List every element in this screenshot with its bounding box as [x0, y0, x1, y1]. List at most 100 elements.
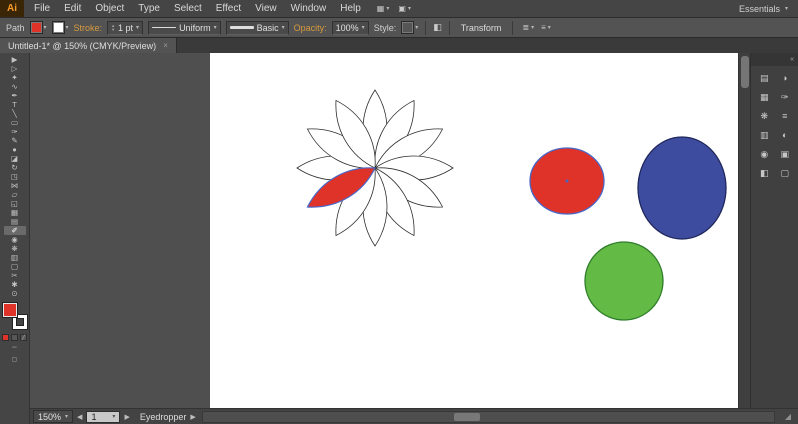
- type-tool[interactable]: T: [4, 100, 26, 109]
- stroke-weight-stepper[interactable]: ▲▼: [111, 24, 115, 32]
- menu-effect[interactable]: Effect: [209, 0, 248, 17]
- document-layout-button[interactable]: ▣ ▾: [398, 4, 411, 13]
- zoom-level-control[interactable]: 150% ▾: [33, 410, 73, 423]
- next-artboard-button[interactable]: ▶: [124, 413, 129, 421]
- fill-color-swatch[interactable]: [30, 21, 43, 34]
- brush-stroke-icon: [230, 26, 254, 29]
- gradient-tool[interactable]: ▤: [4, 217, 26, 226]
- menu-window[interactable]: Window: [284, 0, 334, 17]
- blob-brush-tool[interactable]: ●: [4, 145, 26, 154]
- fill-swatch[interactable]: [3, 303, 17, 317]
- gradient-mode-icon[interactable]: [11, 334, 18, 341]
- width-tool[interactable]: ⋈: [4, 181, 26, 190]
- stroke-color-control[interactable]: ▾: [52, 21, 69, 34]
- rectangle-tool[interactable]: ▭: [4, 118, 26, 127]
- menu-select[interactable]: Select: [167, 0, 209, 17]
- eyedropper-tool[interactable]: ✐: [4, 226, 26, 235]
- symbol-sprayer-tool[interactable]: ❋: [4, 244, 26, 253]
- fill-color-control[interactable]: ▾: [30, 21, 47, 34]
- opacity-control[interactable]: 100% ▾: [332, 21, 369, 35]
- artboard-tool[interactable]: ▢: [4, 262, 26, 271]
- illustrator-app-icon[interactable]: Ai: [0, 0, 24, 17]
- spin-down-icon[interactable]: ▼: [111, 28, 115, 32]
- column-graph-tool[interactable]: ▥: [4, 253, 26, 262]
- layers-panel-icon[interactable]: ◧: [754, 166, 774, 180]
- horizontal-scrollbar-thumb[interactable]: [454, 413, 480, 421]
- menu-edit[interactable]: Edit: [57, 0, 88, 17]
- previous-artboard-button[interactable]: ◀: [77, 413, 82, 421]
- transform-button[interactable]: Transform: [457, 23, 506, 33]
- artboards-panel-icon[interactable]: ▢: [775, 166, 795, 180]
- horizontal-scrollbar[interactable]: [202, 411, 775, 423]
- opacity-link[interactable]: Opacity:: [294, 23, 327, 33]
- pencil-tool[interactable]: ✎: [4, 136, 26, 145]
- free-transform-tool[interactable]: ▱: [4, 190, 26, 199]
- blend-tool[interactable]: ◉: [4, 235, 26, 244]
- slice-tool[interactable]: ✂: [4, 271, 26, 280]
- vertical-scrollbar[interactable]: [738, 53, 750, 408]
- fill-stroke-widget[interactable]: [3, 303, 27, 329]
- menu-help[interactable]: Help: [333, 0, 368, 17]
- stroke-weight-value: 1 pt: [118, 23, 133, 33]
- vertical-scrollbar-thumb[interactable]: [741, 56, 749, 88]
- stroke-panel-icon[interactable]: ≡: [775, 109, 795, 123]
- gradient-panel-icon[interactable]: ▥: [754, 128, 774, 142]
- paintbrush-tool[interactable]: ✑: [4, 127, 26, 136]
- pen-tool[interactable]: ✒: [4, 91, 26, 100]
- artwork-svg[interactable]: [30, 53, 738, 408]
- chevron-down-icon: ▾: [531, 24, 534, 31]
- status-flyout-icon[interactable]: ▶: [190, 413, 195, 421]
- close-icon[interactable]: ×: [163, 41, 168, 50]
- document-tab[interactable]: Untitled-1* @ 150% (CMYK/Preview) ×: [0, 38, 177, 53]
- lasso-tool[interactable]: ∿: [4, 82, 26, 91]
- green-circle[interactable]: [585, 242, 663, 320]
- menu-type[interactable]: Type: [131, 0, 167, 17]
- selection-type-label: Path: [6, 23, 25, 33]
- eraser-tool[interactable]: ◪: [4, 154, 26, 163]
- arrange-documents-button[interactable]: ▦ ▾: [377, 4, 390, 13]
- brushes-panel-icon[interactable]: ✑: [775, 90, 795, 104]
- align-options-button[interactable]: ≣ ▾: [522, 23, 534, 32]
- width-profile-dropdown[interactable]: Uniform ▾: [148, 21, 221, 35]
- appearance-panel-icon[interactable]: ◉: [754, 147, 774, 161]
- workspace-switcher[interactable]: Essentials ▾: [739, 4, 788, 14]
- style-dropdown[interactable]: ▾: [401, 21, 418, 34]
- menu-view[interactable]: View: [248, 0, 284, 17]
- stroke-weight-control[interactable]: ▲▼ 1 pt ▾: [107, 21, 143, 35]
- chevron-down-icon: ▾: [386, 5, 389, 12]
- symbols-panel-icon[interactable]: ❋: [754, 109, 774, 123]
- mesh-tool[interactable]: ▦: [4, 208, 26, 217]
- transparency-panel-icon[interactable]: ◐: [775, 128, 795, 142]
- dock-header[interactable]: «: [751, 53, 798, 66]
- canvas-area[interactable]: [30, 53, 750, 408]
- none-mode-icon[interactable]: ╱: [20, 334, 27, 341]
- color-guide-panel-icon[interactable]: ◑: [775, 71, 795, 85]
- color-mode-icon[interactable]: [2, 334, 9, 341]
- recolor-artwork-icon[interactable]: ◧: [433, 22, 442, 33]
- magic-wand-tool[interactable]: ✦: [4, 73, 26, 82]
- blue-ellipse[interactable]: [638, 137, 726, 239]
- chevron-down-icon: ▾: [362, 24, 365, 31]
- shape-builder-tool[interactable]: ◱: [4, 199, 26, 208]
- stroke-color-swatch[interactable]: [52, 21, 65, 34]
- swatches-panel-icon[interactable]: ▦: [754, 90, 774, 104]
- stroke-panel-link[interactable]: Stroke:: [74, 23, 103, 33]
- zoom-tool[interactable]: ⊙: [4, 289, 26, 298]
- selection-tool[interactable]: ▶: [4, 55, 26, 64]
- screen-mode-button[interactable]: ▢: [6, 356, 24, 365]
- selection-center-point: [566, 180, 569, 183]
- rotate-tool[interactable]: ↻: [4, 163, 26, 172]
- direct-selection-tool[interactable]: ▷: [4, 64, 26, 73]
- more-options-button[interactable]: ≡ ▾: [541, 23, 551, 32]
- line-segment-tool[interactable]: ╲: [4, 109, 26, 118]
- hand-tool[interactable]: ✱: [4, 280, 26, 289]
- menu-object[interactable]: Object: [88, 0, 131, 17]
- artboard-navigation-field[interactable]: 1 ▾: [86, 411, 120, 423]
- drawing-modes-button[interactable]: ▫▫: [6, 344, 24, 353]
- color-panel-icon[interactable]: ▤: [754, 71, 774, 85]
- stroke-swatch[interactable]: [13, 315, 27, 329]
- menu-file[interactable]: File: [27, 0, 57, 17]
- brush-definition-dropdown[interactable]: Basic ▾: [226, 21, 289, 35]
- graphic-styles-panel-icon[interactable]: ▣: [775, 147, 795, 161]
- scale-tool[interactable]: ◳: [4, 172, 26, 181]
